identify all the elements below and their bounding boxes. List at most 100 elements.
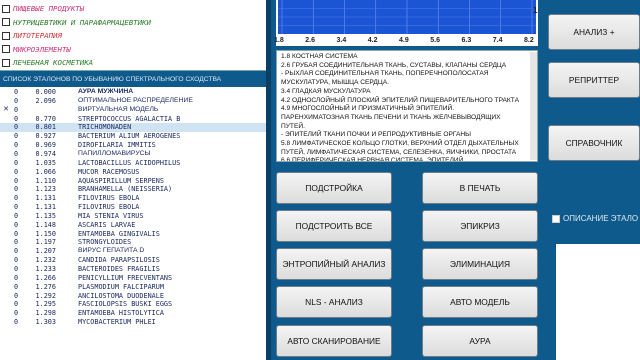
info-line: - ЭПИТЕЛИЙ ТКАНИ ПОЧКИ И РЕПРОДУКТИВНЫЕ …	[281, 131, 471, 139]
row-name: ASCARIS LARVAE	[78, 220, 136, 229]
category-checkbox[interactable]	[2, 58, 10, 67]
nls-analysis-button[interactable]: NLS - АНАЛИЗ	[276, 286, 392, 318]
tissue-description-box[interactable]: 1.8 КОСТНАЯ СИСТЕМА 2.6 ГРУБАЯ СОЕДИНИТЕЛ…	[276, 50, 538, 162]
category-item[interactable]: ПИЩЕВЫЕ ПРОДУКТЫ	[2, 2, 84, 15]
description-checkbox[interactable]: ОПИСАНИЕ ЭТАЛО	[552, 214, 638, 223]
list-item[interactable]: 0 1.233 BACTEROIDES FRAGILIS	[0, 265, 266, 274]
row-value: 0.000	[35, 88, 56, 96]
row-value: 1.035	[35, 158, 56, 167]
category-checkbox[interactable]	[2, 45, 10, 53]
list-item[interactable]: 0 1.148 ASCARIS LARVAE	[0, 221, 266, 230]
row-name: BACTERIUM ALIUM AEROGENES	[78, 132, 181, 141]
category-item[interactable]: ЛИТОТЕРАПИЯ	[2, 29, 62, 42]
row-index: 0	[14, 141, 19, 150]
row-name: TRICHOMONADEN	[78, 123, 132, 132]
row-value: 1.298	[35, 309, 56, 318]
list-item[interactable]: 0 1.123 BRANHAMELLA (NEISSERIA)	[0, 185, 266, 194]
checkbox-box[interactable]	[552, 214, 560, 223]
row-index: 0	[14, 273, 19, 282]
list-item[interactable]: 0 0.801 TRICHOMONADEN	[0, 123, 266, 133]
list-item[interactable]: 0 1.131 FILOVIRUS EBOLA	[0, 194, 266, 203]
info-line: 4.2 ОДНОСЛОЙНЫЙ ПЛОСКИЙ ЭПИТЕЛИЙ ПИЩЕВАР…	[281, 96, 519, 104]
category-checkbox[interactable]	[2, 4, 10, 13]
row-index: 0	[14, 203, 19, 212]
x-tick-label: 3.4	[336, 37, 347, 44]
chart-plot-area	[278, 0, 536, 34]
category-item[interactable]: НУТРИЦЕВТИКИ И ПАРАФАРМАЦЕВТИКИ	[2, 16, 151, 29]
row-index: 0	[14, 158, 19, 167]
list-item[interactable]: 0 1.110 AQUASPIRILLUM SERPENS	[0, 177, 266, 186]
aura-button[interactable]: АУРА	[422, 325, 538, 357]
list-item[interactable]: 0 1.150 ENTAMOEBA GINGIVALIS	[0, 230, 266, 239]
list-item[interactable]: 0 1.066 MUCOR RACEMOSUS	[0, 168, 266, 177]
list-item[interactable]: 0 1.295 FASCIOLOPSIS BUSKI EGGS	[0, 300, 266, 309]
row-index: 0	[14, 220, 19, 229]
info-line: МУСКУЛАТУРА, МЫШЦА СЕРДЦА.	[281, 79, 389, 87]
category-label: ПИЩЕВЫЕ ПРОДУКТЫ	[13, 4, 85, 13]
row-name: ОПТИМАЛЬНОЕ РАСПРЕДЕЛЕНИЕ	[78, 96, 193, 104]
elimination-button[interactable]: ЭЛИМИНАЦИЯ	[422, 248, 538, 280]
row-index: 0	[14, 256, 19, 265]
list-item[interactable]: 0 0.974 ПАПИЛЛОМАВИРУСЫ	[0, 150, 266, 159]
row-name: STREPTOCOCCUS AGALACTIA B	[78, 114, 181, 123]
print-button[interactable]: В ПЕЧАТЬ	[422, 172, 538, 204]
list-item[interactable]: 0 0.969 DIROFILARIA IMMITIS	[0, 141, 266, 150]
row-value: 0.801	[35, 123, 56, 132]
row-value: 1.123	[35, 185, 56, 194]
row-name: ВИРУС ГЕПАТИТА D	[78, 247, 145, 255]
list-item[interactable]: 0 1.035 LACTOBACILLUS ACIDOPHILUS	[0, 159, 266, 168]
row-value: 1.110	[35, 176, 56, 185]
analysis-button[interactable]: АНАЛИЗ +	[548, 14, 640, 50]
chart-y-label: 1	[533, 6, 538, 15]
build-button[interactable]: ПОДСТРОЙКА	[276, 172, 392, 204]
etalon-list-title: СПИСОК ЭТАЛОНОВ ПО УБЫВАНИЮ СПЕКТРАЛЬНОГ…	[3, 76, 222, 83]
etalon-list[interactable]: 0 0.000 АУРА МУЖЧИНА 0 2.096 ОПТИМАЛЬНОЕ РАСП…	[0, 87, 266, 360]
list-item[interactable]: 0 1.232 CANDIDA PARAPSILOSIS	[0, 256, 266, 265]
list-item[interactable]: 0 1.266 PENICYLLIUM FRECVENTANS	[0, 274, 266, 283]
info-line: 5.8 ЛИМФАТИЧЕСКОЕ КОЛЬЦО ГЛОТКИ, ВЕРХНИЙ…	[281, 140, 519, 148]
list-item[interactable]: 0 1.292 ANCILOSTOMA DUODENALE	[0, 292, 266, 301]
list-item[interactable]: 0 0.927 BACTERIUM ALIUM AEROGENES	[0, 132, 266, 141]
list-item[interactable]: 0 1.298 ENTAMOEBA HISTOLYTICA	[0, 309, 266, 318]
category-checkbox[interactable]	[2, 18, 10, 26]
info-scrollbar[interactable]	[530, 52, 537, 160]
build-all-button[interactable]: ПОДСТРОИТЬ ВСЕ	[276, 210, 392, 242]
row-name: PLASMODIUM FALCIPARUM	[78, 282, 164, 291]
list-item[interactable]: 0 1.303 MYCOBACTERIUM PHLEI	[0, 318, 266, 327]
list-item[interactable]: 0 1.131 FILOVIRUS EBOLA	[0, 203, 266, 212]
row-index: 0	[14, 265, 19, 273]
x-tick-label: 5.6	[430, 37, 440, 44]
list-item[interactable]: 0 2.096 ОПТИМАЛЬНОЕ РАСПРЕДЕЛЕНИЕ	[0, 97, 266, 106]
list-item[interactable]: 0 1.197 STRONGYLOIDES	[0, 238, 266, 247]
row-name: AQUASPIRILLUM SERPENS	[78, 176, 164, 185]
row-value: 1.207	[35, 247, 56, 256]
row-name: BRANHAMELLA (NEISSERIA)	[78, 185, 173, 194]
category-item[interactable]: МИКРОЭЛЕМЕНТЫ	[2, 43, 71, 56]
list-item[interactable]: 0 1.276 PLASMODIUM FALCIPARUM	[0, 283, 266, 292]
category-checkbox[interactable]	[2, 31, 10, 40]
repeater-button[interactable]: РЕПРИТТЕР	[548, 62, 640, 98]
row-name: MYCOBACTERIUM PHLEI	[78, 318, 156, 327]
row-name: FASCIOLOPSIS BUSKI EGGS	[78, 300, 173, 309]
list-item[interactable]: 0 0.770 STREPTOCOCCUS AGALACTIA B	[0, 115, 266, 124]
category-item[interactable]: ЛЕЧЕБНАЯ КОСМЕТИКА	[2, 56, 93, 69]
entropy-analysis-button[interactable]: ЭНТРОПИЙНЫЙ АНАЛИЗ	[276, 248, 392, 280]
row-value: 0.969	[35, 141, 56, 150]
reference-button[interactable]: СПРАВОЧНИК	[548, 125, 640, 161]
row-value: 0.927	[35, 132, 56, 141]
row-value: 1.303	[35, 318, 56, 327]
list-item[interactable]: 0 1.207 ВИРУС ГЕПАТИТА D	[0, 247, 266, 256]
row-value: 1.197	[35, 238, 56, 247]
row-index: 0	[14, 229, 19, 238]
epicrisis-button[interactable]: ЭПИКРИЗ	[422, 210, 538, 242]
row-value: 1.232	[35, 256, 56, 265]
auto-model-button[interactable]: АВТО МОДЕЛЬ	[422, 286, 538, 318]
row-index: 0	[14, 88, 19, 96]
row-index: 0	[14, 176, 19, 185]
list-item[interactable]: 0 0.000 АУРА МУЖЧИНА	[0, 88, 266, 97]
list-item[interactable]: 0 1.135 MIA STENIA VIRUS	[0, 212, 266, 221]
auto-scan-button[interactable]: АВТО СКАНИРОВАНИЕ	[276, 325, 392, 357]
list-item[interactable]: ✕ 0 ВИРТУАЛЬНАЯ МОДЕЛЬ	[0, 106, 266, 115]
row-value: 0.974	[35, 149, 56, 158]
row-index: 0	[14, 247, 19, 256]
